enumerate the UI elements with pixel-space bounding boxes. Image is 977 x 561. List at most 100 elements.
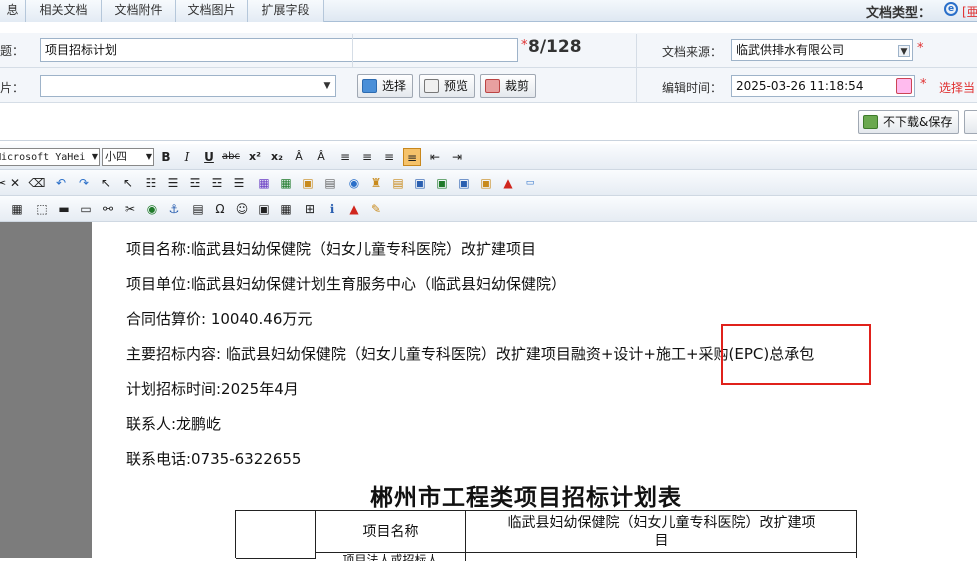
delete-icon[interactable]: ✕ xyxy=(6,174,24,192)
editor-toolbar-edit: ✂ ✕ ⌫ ↶ ↷ ↖ ↖ ☷ ☰ ☲ ☲ ☰ ▦ ▦ ▣ ▤ ◉ ♜ ▤ ▣ … xyxy=(0,170,977,196)
decrease-indent-icon[interactable]: ☲ xyxy=(186,174,204,192)
undo-icon[interactable]: ↶ xyxy=(52,174,70,192)
tab-doc-images[interactable]: 文档图片 xyxy=(176,0,248,22)
table-header-value: 临武县妇幼保健院（妇女儿童专科医院）改扩建项 目 xyxy=(466,511,857,553)
paste-image-icon[interactable]: ▣ xyxy=(299,174,317,192)
title-input[interactable]: 项目招标计划 xyxy=(40,38,518,62)
extra-action-button[interactable] xyxy=(964,110,977,134)
chevron-down-icon: ▼ xyxy=(91,152,98,161)
table-next-row-label: 项目法人或招标人 xyxy=(316,553,466,561)
layer-icon[interactable]: ⬚ xyxy=(33,200,51,218)
textbox-icon[interactable]: ▭ xyxy=(77,200,95,218)
pointer-icon[interactable]: ↖ xyxy=(97,174,115,192)
web-icon[interactable]: ◉ xyxy=(143,200,161,218)
paste-text-icon[interactable]: ▤ xyxy=(321,174,339,192)
word-import-icon[interactable]: ▣ xyxy=(411,174,429,192)
font-size-select[interactable]: 小四 ▼ xyxy=(102,148,154,166)
save-icon xyxy=(863,115,878,129)
save-without-download-button[interactable]: 不下载&保存 xyxy=(858,110,960,134)
scissors-icon xyxy=(485,79,500,93)
time-select-note: 选择当 xyxy=(939,81,976,95)
tender-plan-table: 项目名称 临武县妇幼保健院（妇女儿童专科医院）改扩建项 目 项目法人或招标人 xyxy=(235,510,857,561)
preview-button[interactable]: 预览 xyxy=(419,74,476,98)
doc-type-value[interactable]: [亜 xyxy=(962,3,977,20)
align-left-icon[interactable]: ≡ xyxy=(336,148,354,166)
paste-excel-icon[interactable]: ▦ xyxy=(277,174,295,192)
pdf-icon[interactable]: ▲ xyxy=(345,200,363,218)
save-button-label: 不下载&保存 xyxy=(883,115,953,129)
strikethrough-icon[interactable]: abc xyxy=(222,148,240,166)
bold-icon[interactable]: B xyxy=(157,148,175,166)
stamp-icon[interactable]: ♜ xyxy=(367,174,385,192)
outdent-icon[interactable]: ⇤ xyxy=(426,148,444,166)
select-pointer-icon[interactable]: ↖ xyxy=(119,174,137,192)
edit-icon[interactable]: ✎ xyxy=(367,200,385,218)
font-family-value: Microsoft YaHei xyxy=(0,152,86,163)
numbered-list-icon[interactable]: ☷ xyxy=(142,174,160,192)
subscript-icon[interactable]: x₂ xyxy=(268,148,286,166)
clipboard-icon[interactable]: ▤ xyxy=(389,174,407,192)
indent-icon[interactable]: ⇥ xyxy=(448,148,466,166)
horizontal-rule-icon[interactable]: ▬ xyxy=(55,200,73,218)
form-row-image: 图片： ▼ 选择 预览 裁剪 编辑时间： 2025-03-26 11:18:54… xyxy=(0,68,977,103)
image-select[interactable]: ▼ xyxy=(40,75,336,97)
action-row: 不下载&保存 xyxy=(0,103,977,141)
special-char-icon[interactable]: Ω xyxy=(211,200,229,218)
image-icon[interactable]: ▣ xyxy=(255,200,273,218)
highlight-color-icon[interactable]: Â xyxy=(312,148,330,166)
ie-icon[interactable]: e xyxy=(944,2,958,16)
superscript-icon[interactable]: x² xyxy=(246,148,264,166)
table-icon[interactable]: ▦ xyxy=(8,200,26,218)
doc-line-contact-phone: 联系电话:0735-6322655 xyxy=(126,450,302,468)
eraser-icon[interactable]: ⌫ xyxy=(28,174,46,192)
increase-indent-icon[interactable]: ☲ xyxy=(208,174,226,192)
align-center-icon[interactable]: ≡ xyxy=(358,148,376,166)
document-page[interactable]: 项目名称:临武县妇幼保健院（妇女儿童专科医院）改扩建项目 项目单位:临武县妇幼保… xyxy=(92,222,977,561)
align-right-icon[interactable]: ≡ xyxy=(380,148,398,166)
link-icon[interactable]: ⚯ xyxy=(99,200,117,218)
ppt-import-icon[interactable]: ▣ xyxy=(455,174,473,192)
chevron-down-icon: ▼ xyxy=(323,81,331,91)
info-icon[interactable]: ℹ xyxy=(323,200,341,218)
title-label: 标题： xyxy=(0,44,25,58)
form-icon[interactable]: ▤ xyxy=(189,200,207,218)
emoticon-icon[interactable]: ☺ xyxy=(233,200,251,218)
paragraph-icon[interactable]: ☰ xyxy=(230,174,248,192)
select-button[interactable]: 选择 xyxy=(357,74,414,98)
font-family-select[interactable]: Microsoft YaHei ▼ xyxy=(0,148,100,166)
image-import-icon[interactable]: ▣ xyxy=(477,174,495,192)
doc-line-project-unit: 项目单位:临武县妇幼保健计划生育服务中心（临武县妇幼保健院） xyxy=(126,275,567,293)
tab-info[interactable]: 息 xyxy=(0,0,26,22)
edit-time-label: 编辑时间： xyxy=(662,81,723,95)
anchor-icon[interactable]: ⚓ xyxy=(165,200,183,218)
tab-extended-fields[interactable]: 扩展字段 xyxy=(248,0,324,22)
table-header-value-line2: 目 xyxy=(654,533,669,549)
chevron-down-icon: ▼ xyxy=(145,152,152,161)
highlight-box xyxy=(721,324,871,385)
form-divider xyxy=(352,34,353,68)
fullscreen-icon[interactable]: ⊞ xyxy=(301,200,319,218)
grid-icon[interactable]: ▦ xyxy=(277,200,295,218)
excel-import-icon[interactable]: ▣ xyxy=(433,174,451,192)
source-select[interactable]: 临武供排水有限公司 ▼ xyxy=(731,39,913,61)
tab-related-docs[interactable]: 相关文档 xyxy=(26,0,102,22)
globe-icon[interactable]: ◉ xyxy=(345,174,363,192)
italic-icon[interactable]: I xyxy=(178,148,196,166)
unlink-icon[interactable]: ✂ xyxy=(121,200,139,218)
edit-time-input[interactable]: 2025-03-26 11:18:54 xyxy=(731,75,915,97)
office-import-icon[interactable]: ▭ xyxy=(521,174,539,192)
tab-doc-attachments[interactable]: 文档附件 xyxy=(102,0,176,22)
calendar-icon[interactable] xyxy=(896,78,912,94)
font-color-icon[interactable]: Â xyxy=(290,148,308,166)
bullet-list-icon[interactable]: ☰ xyxy=(164,174,182,192)
source-required-mark: * xyxy=(917,41,924,56)
form-row-title: 标题： 项目招标计划 * 8/128 文档来源： 临武供排水有限公司 ▼ * xyxy=(0,33,977,68)
select-button-label: 选择 xyxy=(382,79,407,93)
underline-icon[interactable]: U xyxy=(200,148,218,166)
paste-word-icon[interactable]: ▦ xyxy=(255,174,273,192)
pdf-import-icon[interactable]: ▲ xyxy=(499,174,517,192)
redo-icon[interactable]: ↷ xyxy=(75,174,93,192)
align-justify-icon[interactable]: ≡ xyxy=(403,148,421,166)
table-title: 郴州市工程类项目招标计划表 xyxy=(370,484,682,511)
crop-button[interactable]: 裁剪 xyxy=(480,74,537,98)
